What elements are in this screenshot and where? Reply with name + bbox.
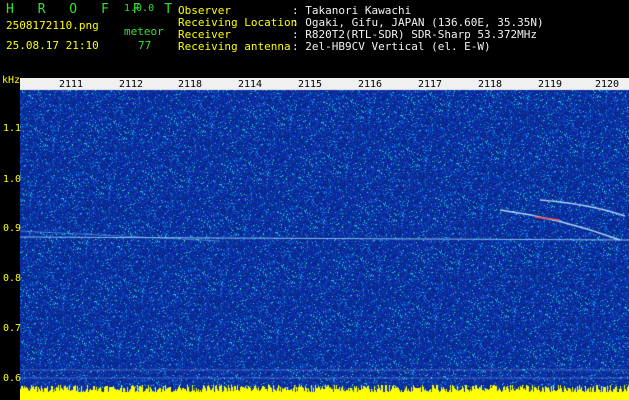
x-tick: 2119 bbox=[538, 79, 563, 90]
info-key: Receiving antenna bbox=[178, 40, 291, 53]
spectrogram bbox=[20, 78, 629, 400]
x-tick: 2120 bbox=[595, 79, 620, 90]
x-tick: 2112 bbox=[119, 79, 144, 90]
image-filename: 2508172110.png bbox=[6, 19, 99, 32]
x-tick: 2115 bbox=[298, 79, 323, 90]
x-tick: 2114 bbox=[238, 79, 263, 90]
app-version: 1.0.0 bbox=[124, 3, 155, 14]
hrofft-window: H R O F F T 1.0.0 2508172110.png 25.08.1… bbox=[0, 0, 629, 400]
y-tick: 0.8 bbox=[3, 273, 22, 284]
y-axis-unit: kHz bbox=[2, 75, 21, 86]
y-tick: 1.1 bbox=[3, 123, 22, 134]
y-tick: 1.0 bbox=[3, 174, 22, 185]
y-tick: 0.6 bbox=[3, 373, 22, 384]
meteor-count: 77 bbox=[138, 39, 152, 52]
y-tick: 0.9 bbox=[3, 223, 22, 234]
y-tick: 0.7 bbox=[3, 323, 22, 334]
capture-datetime: 25.08.17 21:10 bbox=[6, 39, 99, 52]
x-tick: 2118 bbox=[478, 79, 503, 90]
meteor-label: meteor bbox=[124, 25, 164, 38]
x-tick: 2111 bbox=[59, 79, 84, 90]
x-tick: 2118 bbox=[178, 79, 203, 90]
x-tick: 2117 bbox=[418, 79, 443, 90]
info-value: : 2el-HB9CV Vertical (el. E-W) bbox=[292, 40, 491, 53]
x-tick: 2116 bbox=[358, 79, 383, 90]
